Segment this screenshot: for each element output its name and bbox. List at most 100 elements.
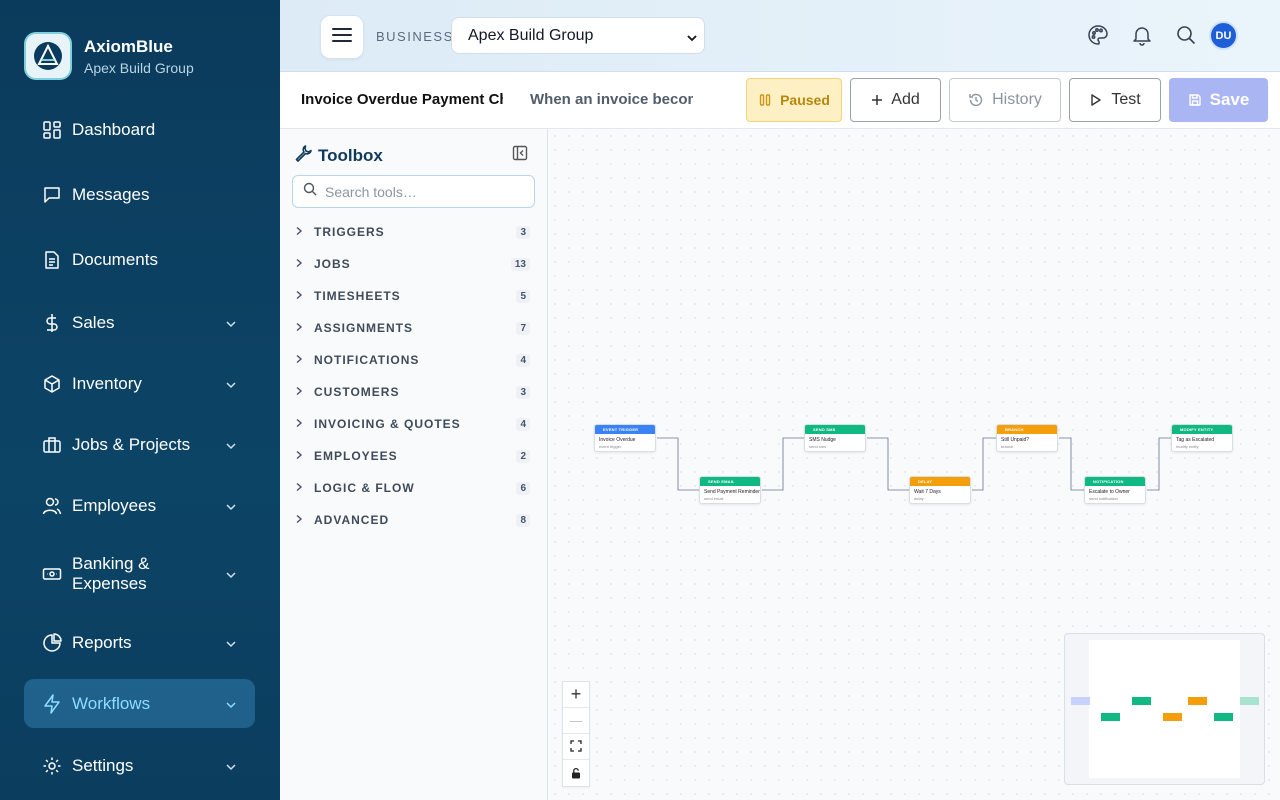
workflow-node[interactable]: SEND SMS SMS Nudge send sms <box>804 424 866 452</box>
toolbox-category-count: 13 <box>510 257 530 271</box>
chevron-down-icon <box>225 760 237 778</box>
chevron-down-icon <box>686 31 698 49</box>
sidebar-item-label: Jobs & Projects <box>72 435 191 454</box>
toolbox-title: Toolbox <box>318 145 383 165</box>
workflow-name[interactable]: Invoice Overdue Payment Chase <box>301 91 503 108</box>
bell-icon[interactable] <box>1131 24 1153 46</box>
edge <box>657 437 699 491</box>
node-subtitle: branch <box>1001 444 1014 449</box>
toolbox-category-label: ASSIGNMENTS <box>314 321 414 335</box>
dollar-icon <box>40 311 64 335</box>
minimap-node <box>1188 697 1207 705</box>
workflow-node[interactable]: NOTIFICATION Escalate to Owner send notifi… <box>1084 476 1146 504</box>
sidebar-item-inventory[interactable]: Inventory <box>24 368 255 400</box>
node-header: DELAY <box>910 477 970 486</box>
wrench-icon <box>294 144 312 167</box>
sidebar-item-jobs-projects[interactable]: Jobs & Projects <box>24 429 255 461</box>
sidebar-item-settings[interactable]: Settings <box>24 750 255 782</box>
document-icon <box>40 248 64 272</box>
save-button[interactable]: Save <box>1169 78 1268 122</box>
sidebar-item-dashboard[interactable]: Dashboard <box>24 114 255 146</box>
chevron-down-icon <box>225 439 237 457</box>
toolbox-category[interactable]: INVOICING & QUOTES 4 <box>294 412 534 436</box>
search-input[interactable] <box>325 183 525 200</box>
toolbox-category[interactable]: CUSTOMERS 3 <box>294 380 534 404</box>
status-toggle-button[interactable]: Paused <box>746 78 842 122</box>
node-header: NOTIFICATION <box>1085 477 1145 486</box>
toolbox-category-label: CUSTOMERS <box>314 385 400 399</box>
lock-button[interactable] <box>563 760 589 786</box>
palette-icon[interactable] <box>1087 24 1109 46</box>
business-select-value: Apex Build Group <box>468 26 594 44</box>
toolbox-category-count: 8 <box>516 513 530 527</box>
sidebar-item-workflows[interactable]: Workflows <box>24 679 255 728</box>
toolbox-category[interactable]: ADVANCED 8 <box>294 508 534 532</box>
toolbox-search[interactable] <box>292 175 535 208</box>
briefcase-icon <box>40 433 64 457</box>
toolbox-category-count: 7 <box>516 321 530 335</box>
toolbox-category[interactable]: NOTIFICATIONS 4 <box>294 348 534 372</box>
workflow-node[interactable]: MODIFY ENTITY Tag as Escalated modify enti… <box>1171 424 1233 452</box>
brand[interactable]: AxiomBlue Apex Build Group <box>24 32 194 80</box>
toolbox-category[interactable]: ASSIGNMENTS 7 <box>294 316 534 340</box>
gear-icon <box>40 754 64 778</box>
minimap-viewport <box>1089 640 1240 778</box>
toolbox-category[interactable]: TRIGGERS 3 <box>294 220 534 244</box>
workflow-canvas[interactable]: EVENT TRIGGER Invoice Overdue event trigge… <box>548 129 1280 800</box>
minimap[interactable] <box>1064 633 1265 785</box>
toolbox-panel: Toolbox TRIGGERS 3 JOBS 13 TIMESHEETS 5 ASSIGN… <box>280 129 548 800</box>
test-button[interactable]: Test <box>1069 78 1161 122</box>
search-icon[interactable] <box>1175 24 1197 46</box>
toolbox-category[interactable]: JOBS 13 <box>294 252 534 276</box>
sidebar-item-label: Workflows <box>72 693 151 713</box>
chevron-right-icon <box>294 479 304 497</box>
sidebar-item-label: Reports <box>72 633 132 652</box>
avatar[interactable]: DU <box>1209 21 1238 50</box>
edge <box>972 437 996 491</box>
toolbox-category[interactable]: EMPLOYEES 2 <box>294 444 534 468</box>
toolbox-category-count: 2 <box>516 449 530 463</box>
test-label: Test <box>1111 91 1141 108</box>
history-button[interactable]: History <box>949 78 1061 122</box>
brand-logo-icon <box>24 32 72 80</box>
sidebar-item-employees[interactable]: Employees <box>24 490 255 522</box>
collapse-panel-icon[interactable] <box>512 145 528 166</box>
node-header: SEND SMS <box>805 425 865 434</box>
sidebar-item-label: Dashboard <box>72 120 156 139</box>
workflow-node[interactable]: EVENT TRIGGER Invoice Overdue event trigge… <box>594 424 656 452</box>
menu-button[interactable] <box>320 15 364 59</box>
add-button[interactable]: Add <box>850 78 941 122</box>
edge <box>1059 437 1084 491</box>
workflow-node[interactable]: BRANCH Still Unpaid? branch <box>996 424 1058 452</box>
sidebar-item-documents[interactable]: Documents <box>24 244 255 276</box>
toolbox-category[interactable]: TIMESHEETS 5 <box>294 284 534 308</box>
workflow-node[interactable]: SEND EMAIL Send Payment Reminder send emai… <box>699 476 761 504</box>
sidebar-item-messages[interactable]: Messages <box>24 179 255 211</box>
chevron-right-icon <box>294 415 304 433</box>
history-icon <box>968 92 984 108</box>
business-select[interactable]: Apex Build Group <box>451 17 705 54</box>
node-title: Invoice Overdue <box>599 437 636 443</box>
node-header: EVENT TRIGGER <box>595 425 655 434</box>
zoom-out-button[interactable]: — <box>563 708 589 734</box>
toolbox-category-label: INVOICING & QUOTES <box>314 417 461 431</box>
zoom-in-button[interactable]: + <box>563 682 589 708</box>
sidebar-item-sales[interactable]: Sales <box>24 307 255 339</box>
minimap-node <box>1240 697 1259 705</box>
sidebar: AxiomBlue Apex Build Group Dashboard Mes… <box>0 0 280 800</box>
toolbox-category[interactable]: LOGIC & FLOW 6 <box>294 476 534 500</box>
sidebar-item-banking-expenses[interactable]: Banking & Expenses <box>24 553 255 595</box>
sidebar-item-reports[interactable]: Reports <box>24 627 255 659</box>
chevron-right-icon <box>294 383 304 401</box>
toolbox-category-label: EMPLOYEES <box>314 449 398 463</box>
chevron-down-icon <box>225 317 237 335</box>
toolbox-category-count: 4 <box>516 417 530 431</box>
node-title: Still Unpaid? <box>1001 437 1030 443</box>
workflow-node[interactable]: DELAY Wait 7 Days delay <box>909 476 971 504</box>
toolbox-category-count: 3 <box>516 225 530 239</box>
node-title: Escalate to Owner <box>1089 489 1130 495</box>
lightning-icon <box>40 692 64 716</box>
hamburger-icon <box>332 27 352 48</box>
workflow-description[interactable]: When an invoice becomes overdue <box>530 91 693 108</box>
fit-view-button[interactable] <box>563 734 589 760</box>
